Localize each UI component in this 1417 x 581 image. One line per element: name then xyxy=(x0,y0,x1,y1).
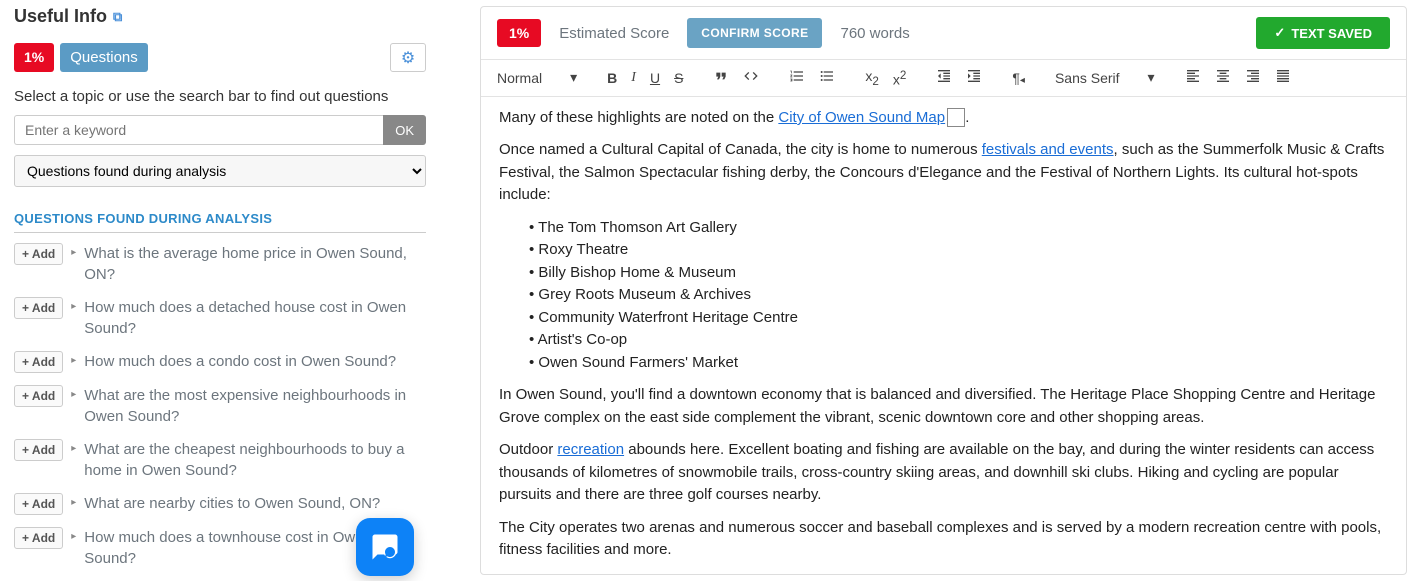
editor-toolbar-formatting: Normal▾ B I U S x2 x2 xyxy=(481,60,1406,97)
chevron-right-icon[interactable]: ▸ xyxy=(71,355,76,366)
editor-content[interactable]: Many of these highlights are noted on th… xyxy=(481,97,1406,574)
editor-panel: 1% Estimated Score CONFIRM SCORE 760 wor… xyxy=(480,6,1407,575)
search-input[interactable] xyxy=(14,115,383,145)
settings-button[interactable]: ⚙ xyxy=(390,43,426,72)
paragraph: Once named a Cultural Capital of Canada,… xyxy=(499,139,1388,207)
align-left-button[interactable] xyxy=(1185,68,1201,87)
list-item: Grey Roots Museum & Archives xyxy=(529,284,1388,307)
ok-button[interactable]: OK xyxy=(383,115,426,145)
questions-filter-select[interactable]: Questions found during analysis xyxy=(14,155,426,187)
instruction-text: Select a topic or use the search bar to … xyxy=(14,88,426,105)
sidebar: Useful Info ⧉ 1% Questions ⚙ Select a to… xyxy=(0,0,440,581)
chat-icon xyxy=(370,532,400,562)
section-title: QUESTIONS FOUND DURING ANALYSIS xyxy=(14,211,426,233)
text-direction-button[interactable]: ¶◂ xyxy=(1012,70,1025,86)
topic-select[interactable]: Questions xyxy=(60,43,148,72)
add-button[interactable]: + Add xyxy=(14,493,63,515)
indent-increase-button[interactable] xyxy=(966,68,982,87)
italic-button[interactable]: I xyxy=(631,70,636,86)
add-button[interactable]: + Add xyxy=(14,385,63,407)
check-icon: ✓ xyxy=(1274,25,1285,41)
question-text: How much does a condo cost in Owen Sound… xyxy=(84,351,396,372)
list-item: Roxy Theatre xyxy=(529,239,1388,262)
blockquote-button[interactable] xyxy=(713,68,729,87)
chevron-down-icon: ▾ xyxy=(570,69,577,86)
superscript-button[interactable]: x2 xyxy=(893,69,906,88)
add-button[interactable]: + Add xyxy=(14,527,63,549)
search-row: OK xyxy=(14,115,426,145)
page-title: Useful Info ⧉ xyxy=(14,6,426,27)
question-text: How much does a detached house cost in O… xyxy=(84,297,426,339)
align-center-button[interactable] xyxy=(1215,68,1231,87)
subscript-button[interactable]: x2 xyxy=(865,68,878,88)
score-badge: 1% xyxy=(14,43,54,72)
question-text: What are the most expensive neighbourhoo… xyxy=(84,385,426,427)
list-item: + Add ▸ What is the average home price i… xyxy=(14,243,426,285)
unordered-list-button[interactable] xyxy=(819,68,835,87)
list-item: + Add ▸ What are the cheapest neighbourh… xyxy=(14,439,426,481)
paragraph: Outdoor recreation abounds here. Excelle… xyxy=(499,439,1388,507)
estimated-score-label: Estimated Score xyxy=(559,25,669,42)
list-item: + Add ▸ What are the most expensive neig… xyxy=(14,385,426,427)
chevron-right-icon[interactable]: ▸ xyxy=(71,247,76,258)
align-justify-button[interactable] xyxy=(1275,68,1291,87)
bold-button[interactable]: B xyxy=(607,70,617,86)
font-select[interactable]: Sans Serif▾ xyxy=(1055,69,1155,86)
add-button[interactable]: + Add xyxy=(14,439,63,461)
chevron-right-icon[interactable]: ▸ xyxy=(71,389,76,400)
paragraph: The City operates two arenas and numerou… xyxy=(499,517,1388,562)
chevron-right-icon[interactable]: ▸ xyxy=(71,443,76,454)
chat-widget-button[interactable] xyxy=(356,518,414,576)
chevron-right-icon[interactable]: ▸ xyxy=(71,497,76,508)
indent-decrease-button[interactable] xyxy=(936,68,952,87)
topic-controls: 1% Questions ⚙ xyxy=(14,43,426,72)
paragraph: There's lots going on in Owen Sound — pa… xyxy=(499,572,1388,574)
list-item: + Add ▸ What are nearby cities to Owen S… xyxy=(14,493,426,515)
format-select[interactable]: Normal▾ xyxy=(497,69,577,86)
editor-score-badge: 1% xyxy=(497,19,541,47)
paragraph: In Owen Sound, you'll find a downtown ec… xyxy=(499,384,1388,429)
word-count: 760 words xyxy=(840,25,909,42)
confirm-score-button[interactable]: CONFIRM SCORE xyxy=(687,18,822,48)
chevron-right-icon[interactable]: ▸ xyxy=(71,301,76,312)
list-item: + Add ▸ How much does a detached house c… xyxy=(14,297,426,339)
underline-button[interactable]: U xyxy=(650,70,660,86)
chevron-down-icon: ▾ xyxy=(1148,69,1155,86)
add-button[interactable]: + Add xyxy=(14,351,63,373)
list-item: The Tom Thomson Art Gallery xyxy=(529,217,1388,240)
map-link[interactable]: City of Owen Sound Map xyxy=(778,109,945,126)
ordered-list-button[interactable] xyxy=(789,68,805,87)
code-button[interactable] xyxy=(743,68,759,87)
editor-toolbar-primary: 1% Estimated Score CONFIRM SCORE 760 wor… xyxy=(481,7,1406,60)
page-title-text: Useful Info xyxy=(14,6,107,27)
align-right-button[interactable] xyxy=(1245,68,1261,87)
external-link-icon[interactable]: ⧉ xyxy=(113,9,122,25)
bullet-list: The Tom Thomson Art Gallery Roxy Theatre… xyxy=(529,217,1388,375)
text-saved-button[interactable]: ✓ TEXT SAVED xyxy=(1256,17,1390,49)
list-item: Billy Bishop Home & Museum xyxy=(529,262,1388,285)
list-item: + Add ▸ How much does a condo cost in Ow… xyxy=(14,351,426,373)
list-item: Community Waterfront Heritage Centre xyxy=(529,307,1388,330)
strikethrough-button[interactable]: S xyxy=(674,70,683,86)
recreation-link[interactable]: recreation xyxy=(557,441,624,458)
gear-icon: ⚙ xyxy=(401,50,415,67)
add-button[interactable]: + Add xyxy=(14,243,63,265)
list-item: Artist's Co-op xyxy=(529,329,1388,352)
paragraph: Many of these highlights are noted on th… xyxy=(499,107,1388,130)
add-button[interactable]: + Add xyxy=(14,297,63,319)
chevron-right-icon[interactable]: ▸ xyxy=(71,531,76,542)
question-text: What are nearby cities to Owen Sound, ON… xyxy=(84,493,380,514)
festivals-link[interactable]: festivals and events xyxy=(982,141,1114,158)
list-item: Owen Sound Farmers' Market xyxy=(529,352,1388,375)
question-text: What are the cheapest neighbourhoods to … xyxy=(84,439,426,481)
question-text: What is the average home price in Owen S… xyxy=(84,243,426,285)
